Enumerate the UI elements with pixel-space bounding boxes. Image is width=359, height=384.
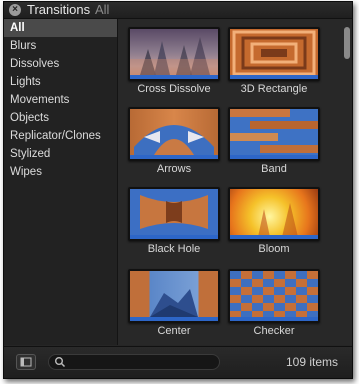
transition-thumbnail <box>228 107 320 161</box>
sidebar-item-wipes[interactable]: Wipes <box>4 163 117 181</box>
transition-thumbnail <box>228 269 320 323</box>
transition-label: 3D Rectangle <box>240 83 308 95</box>
transition-thumbnail <box>128 107 220 161</box>
transition-label: Arrows <box>156 163 192 175</box>
sidebar-item-movements[interactable]: Movements <box>4 91 117 109</box>
sidebar-item-lights[interactable]: Lights <box>4 73 117 91</box>
transition-tile[interactable]: Bloom <box>228 187 320 255</box>
transition-label: Checker <box>253 325 295 337</box>
transitions-grid: Cross Dissolve 3D Rectangle Arrows Band … <box>118 19 352 345</box>
transition-label: Band <box>261 163 287 175</box>
search-icon <box>55 357 66 368</box>
sidebar-item-replicator-clones[interactable]: Replicator/Clones <box>4 127 117 145</box>
sidebar-item-objects[interactable]: Objects <box>4 109 117 127</box>
transition-thumbnail <box>228 27 320 81</box>
sidebar-toggle-icon <box>20 357 32 367</box>
search-input[interactable] <box>69 355 214 369</box>
close-icon[interactable]: × <box>9 4 21 16</box>
browser-footer: 109 items <box>4 346 352 378</box>
sidebar-item-all[interactable]: All <box>4 19 117 37</box>
transition-label: Center <box>157 325 191 337</box>
transitions-browser: × Transitions All All Blurs Dissolves Li… <box>3 1 353 379</box>
transition-tile[interactable]: Band <box>228 107 320 175</box>
transition-label: Black Hole <box>147 243 201 255</box>
sidebar-item-blurs[interactable]: Blurs <box>4 37 117 55</box>
transition-thumbnail <box>228 187 320 241</box>
sidebar-toggle-button[interactable] <box>16 354 36 370</box>
transition-thumbnail <box>128 27 220 81</box>
transition-tile[interactable]: Cross Dissolve <box>128 27 220 95</box>
transition-tile[interactable]: Black Hole <box>128 187 220 255</box>
category-sidebar: All Blurs Dissolves Lights Movements Obj… <box>4 19 118 345</box>
sidebar-item-dissolves[interactable]: Dissolves <box>4 55 117 73</box>
transition-tile[interactable]: Checker <box>228 269 320 337</box>
filter-label[interactable]: All <box>95 2 109 18</box>
transition-tile[interactable]: Center <box>128 269 220 337</box>
transition-tile[interactable]: Arrows <box>128 107 220 175</box>
browser-title: Transitions <box>27 2 91 17</box>
transition-thumbnail <box>128 269 220 323</box>
items-count: 109 items <box>285 355 338 369</box>
sidebar-item-stylized[interactable]: Stylized <box>4 145 117 163</box>
transition-label: Bloom <box>258 243 290 255</box>
browser-header: × Transitions All <box>4 2 352 19</box>
transition-label: Cross Dissolve <box>137 83 211 95</box>
transition-thumbnail <box>128 187 220 241</box>
grid-scrollbar[interactable] <box>344 27 350 59</box>
transition-tile[interactable]: 3D Rectangle <box>228 27 320 95</box>
search-field[interactable] <box>48 354 220 370</box>
